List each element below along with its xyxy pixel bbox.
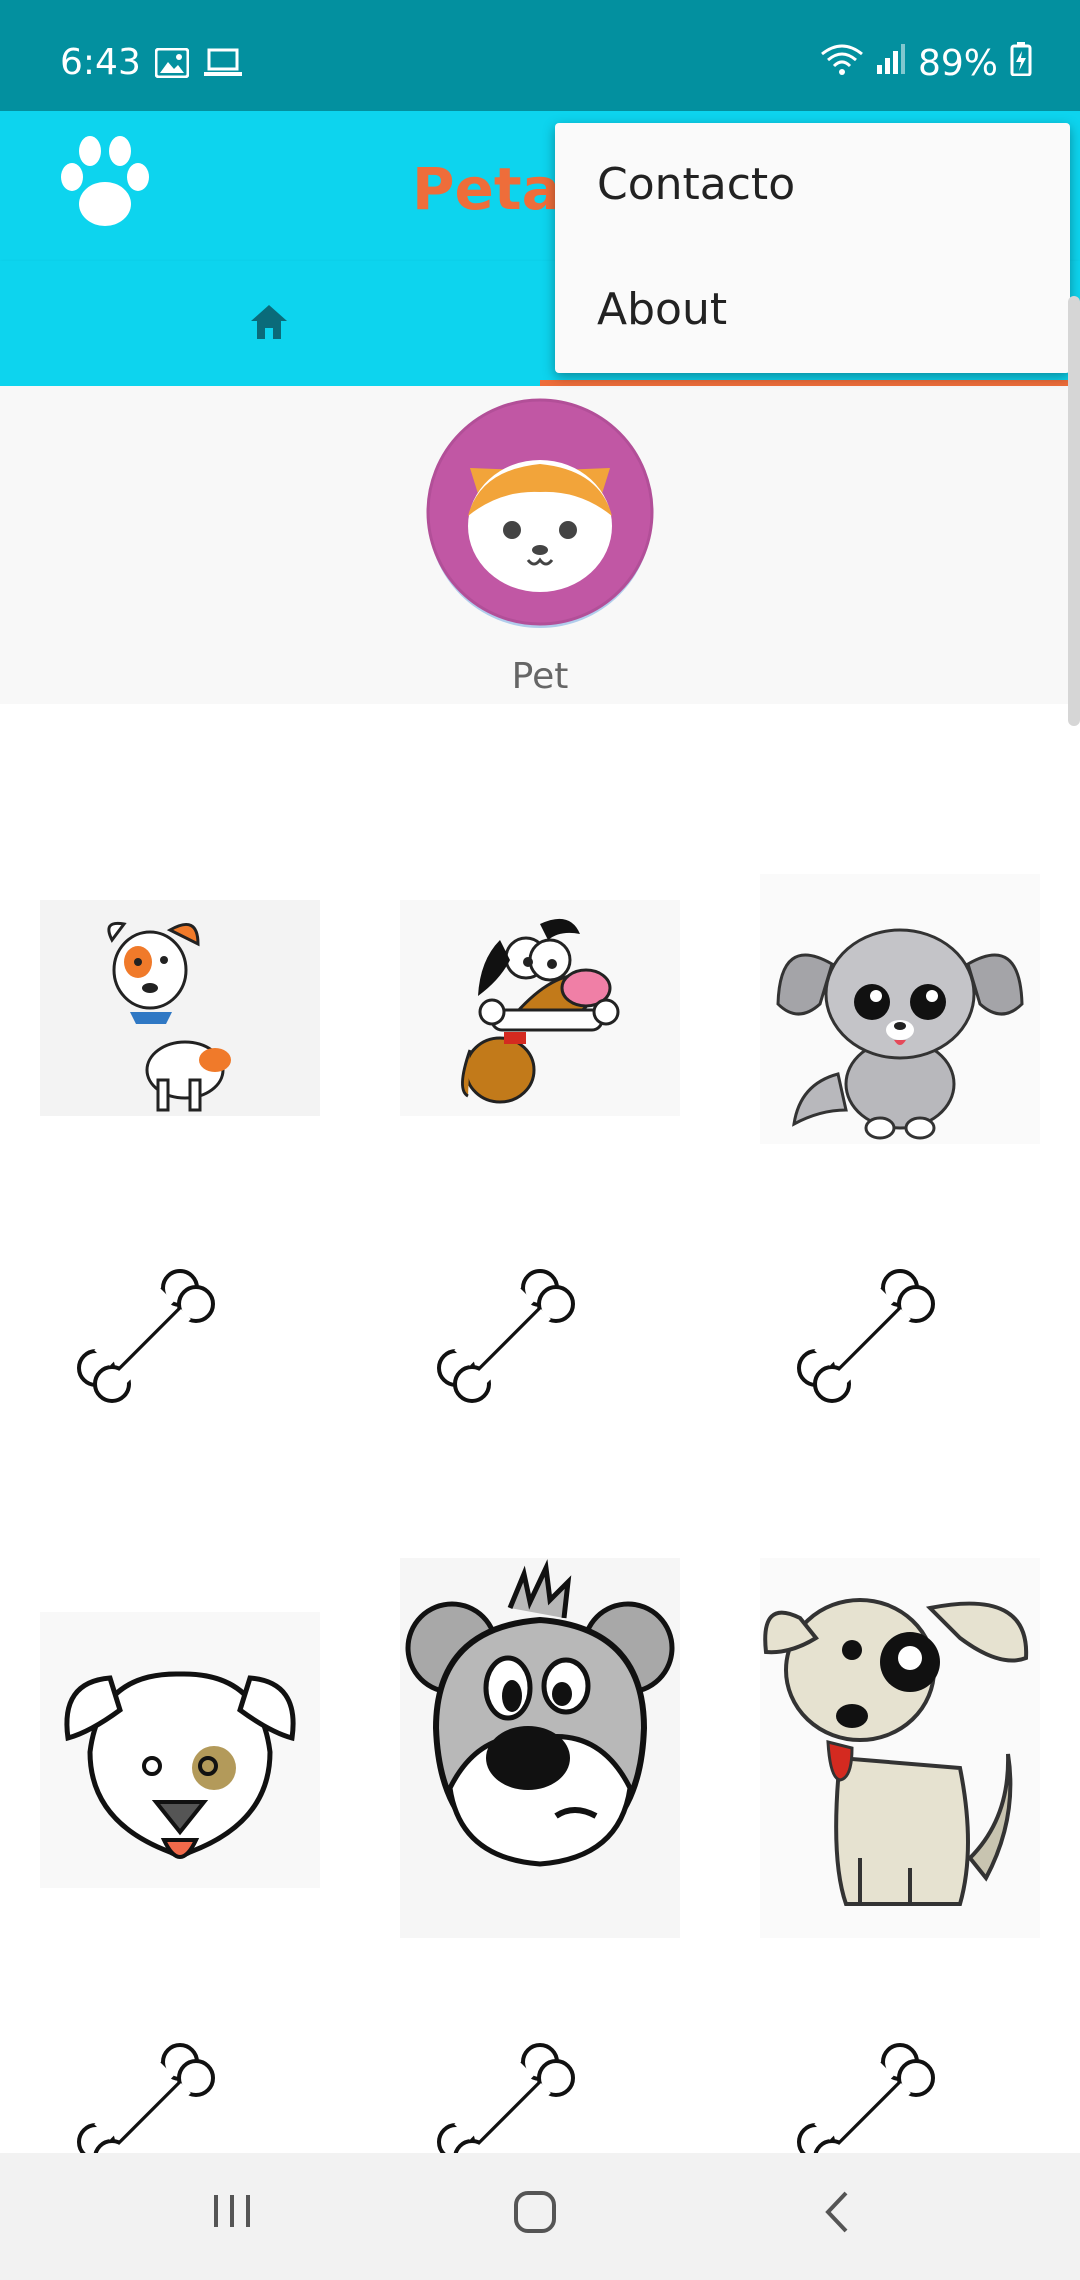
grid-item[interactable] bbox=[720, 1442, 1080, 2180]
home-button-icon[interactable] bbox=[512, 2189, 558, 2239]
dog-picture bbox=[400, 900, 680, 1116]
pet-name: Pet bbox=[511, 656, 569, 697]
tab-home[interactable] bbox=[247, 301, 291, 349]
dog-face-icon bbox=[426, 398, 654, 628]
status-right: 89% bbox=[820, 42, 1032, 85]
grid-item[interactable] bbox=[360, 1442, 720, 2180]
recents-icon[interactable] bbox=[210, 2189, 254, 2237]
dog-picture bbox=[400, 1558, 680, 1938]
bone-icon[interactable] bbox=[436, 1268, 576, 1408]
navigation-bar bbox=[0, 2153, 1080, 2280]
dog-picture bbox=[760, 874, 1040, 1144]
image-icon bbox=[154, 47, 190, 82]
bone-icon[interactable] bbox=[796, 1268, 936, 1408]
dog-picture bbox=[40, 900, 320, 1116]
screen: 6:43 89% Pet Contacto About bbox=[0, 0, 1080, 2280]
paw-icon bbox=[50, 129, 160, 243]
grid-item[interactable] bbox=[720, 704, 1080, 1442]
wifi-icon bbox=[820, 42, 864, 85]
grid-item[interactable] bbox=[0, 704, 360, 1442]
bone-icon[interactable] bbox=[76, 1268, 216, 1408]
dog-picture bbox=[760, 1558, 1040, 1938]
status-time: 6:43 bbox=[60, 42, 141, 83]
battery-text: 89% bbox=[917, 43, 998, 84]
status-bar: 6:43 89% bbox=[0, 0, 1080, 111]
home-icon bbox=[251, 305, 287, 339]
battery-charging-icon bbox=[1010, 42, 1032, 85]
grid-item[interactable] bbox=[0, 1442, 360, 2180]
scrollbar[interactable] bbox=[1068, 296, 1080, 726]
dog-picture bbox=[40, 1612, 320, 1888]
grid-item[interactable] bbox=[360, 704, 720, 1442]
signal-icon bbox=[876, 43, 906, 84]
profile-header: Pet bbox=[0, 386, 1080, 704]
avatar[interactable] bbox=[420, 398, 660, 642]
laptop-icon bbox=[204, 48, 242, 82]
menu-item-contacto[interactable]: Contacto bbox=[555, 125, 1070, 245]
overflow-menu: Contacto About bbox=[555, 123, 1070, 373]
back-icon[interactable] bbox=[818, 2189, 858, 2239]
menu-item-about[interactable]: About bbox=[555, 250, 1070, 370]
